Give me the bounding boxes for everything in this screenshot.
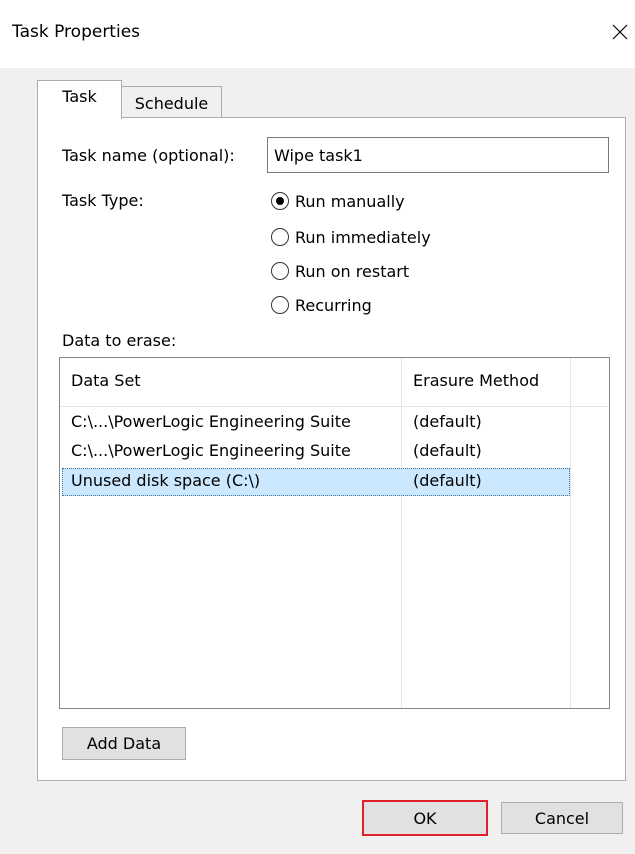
list-item[interactable]: C:\...\PowerLogic Engineering Suite (def… <box>62 438 570 466</box>
ok-button[interactable]: OK <box>362 800 488 836</box>
task-name-label: Task name (optional): <box>62 146 235 165</box>
title-bar: Task Properties <box>0 0 635 68</box>
tab-schedule-label: Schedule <box>134 94 209 113</box>
close-icon <box>612 24 628 40</box>
radio-button[interactable] <box>271 262 289 280</box>
radio-recurring[interactable]: Recurring <box>271 293 372 317</box>
radio-run-manually[interactable]: Run manually <box>271 189 405 213</box>
data-to-erase-label: Data to erase: <box>62 331 177 350</box>
dialog-title: Task Properties <box>12 22 141 42</box>
data-set-cell: C:\...\PowerLogic Engineering Suite <box>71 412 351 431</box>
radio-run-manually-label: Run manually <box>295 191 405 211</box>
tab-task-label: Task <box>62 86 97 106</box>
column-header-data-set[interactable]: Data Set <box>71 371 141 390</box>
radio-run-on-restart[interactable]: Run on restart <box>271 259 409 283</box>
erasure-method-cell: (default) <box>413 471 482 490</box>
list-item-selected[interactable]: Unused disk space (C:\) (default) <box>62 468 570 496</box>
tab-task[interactable]: Task <box>37 80 122 119</box>
list-header: Data Set Erasure Method <box>60 358 609 407</box>
radio-button[interactable] <box>271 296 289 314</box>
erasure-method-cell: (default) <box>413 441 482 460</box>
radio-button[interactable] <box>271 228 289 246</box>
column-divider[interactable] <box>570 358 571 708</box>
data-set-cell: Unused disk space (C:\) <box>71 471 261 490</box>
task-type-label: Task Type: <box>62 191 144 210</box>
task-properties-dialog: Task Properties Schedule Task Task name … <box>0 0 635 854</box>
radio-recurring-label: Recurring <box>295 295 372 315</box>
cancel-button[interactable]: Cancel <box>501 802 623 834</box>
tab-schedule[interactable]: Schedule <box>121 86 222 118</box>
list-item[interactable]: C:\...\PowerLogic Engineering Suite (def… <box>62 409 570 437</box>
close-button[interactable] <box>605 14 635 50</box>
column-header-erasure-method[interactable]: Erasure Method <box>413 371 539 390</box>
radio-run-immediately[interactable]: Run immediately <box>271 225 431 249</box>
data-to-erase-list[interactable]: Data Set Erasure Method C:\...\PowerLogi… <box>59 357 610 709</box>
add-data-button[interactable]: Add Data <box>62 727 186 760</box>
radio-button-checked[interactable] <box>271 192 289 210</box>
radio-run-on-restart-label: Run on restart <box>295 261 410 281</box>
task-name-input[interactable] <box>267 137 609 173</box>
erasure-method-cell: (default) <box>413 412 482 431</box>
radio-run-immediately-label: Run immediately <box>295 227 431 247</box>
data-set-cell: C:\...\PowerLogic Engineering Suite <box>71 441 351 460</box>
